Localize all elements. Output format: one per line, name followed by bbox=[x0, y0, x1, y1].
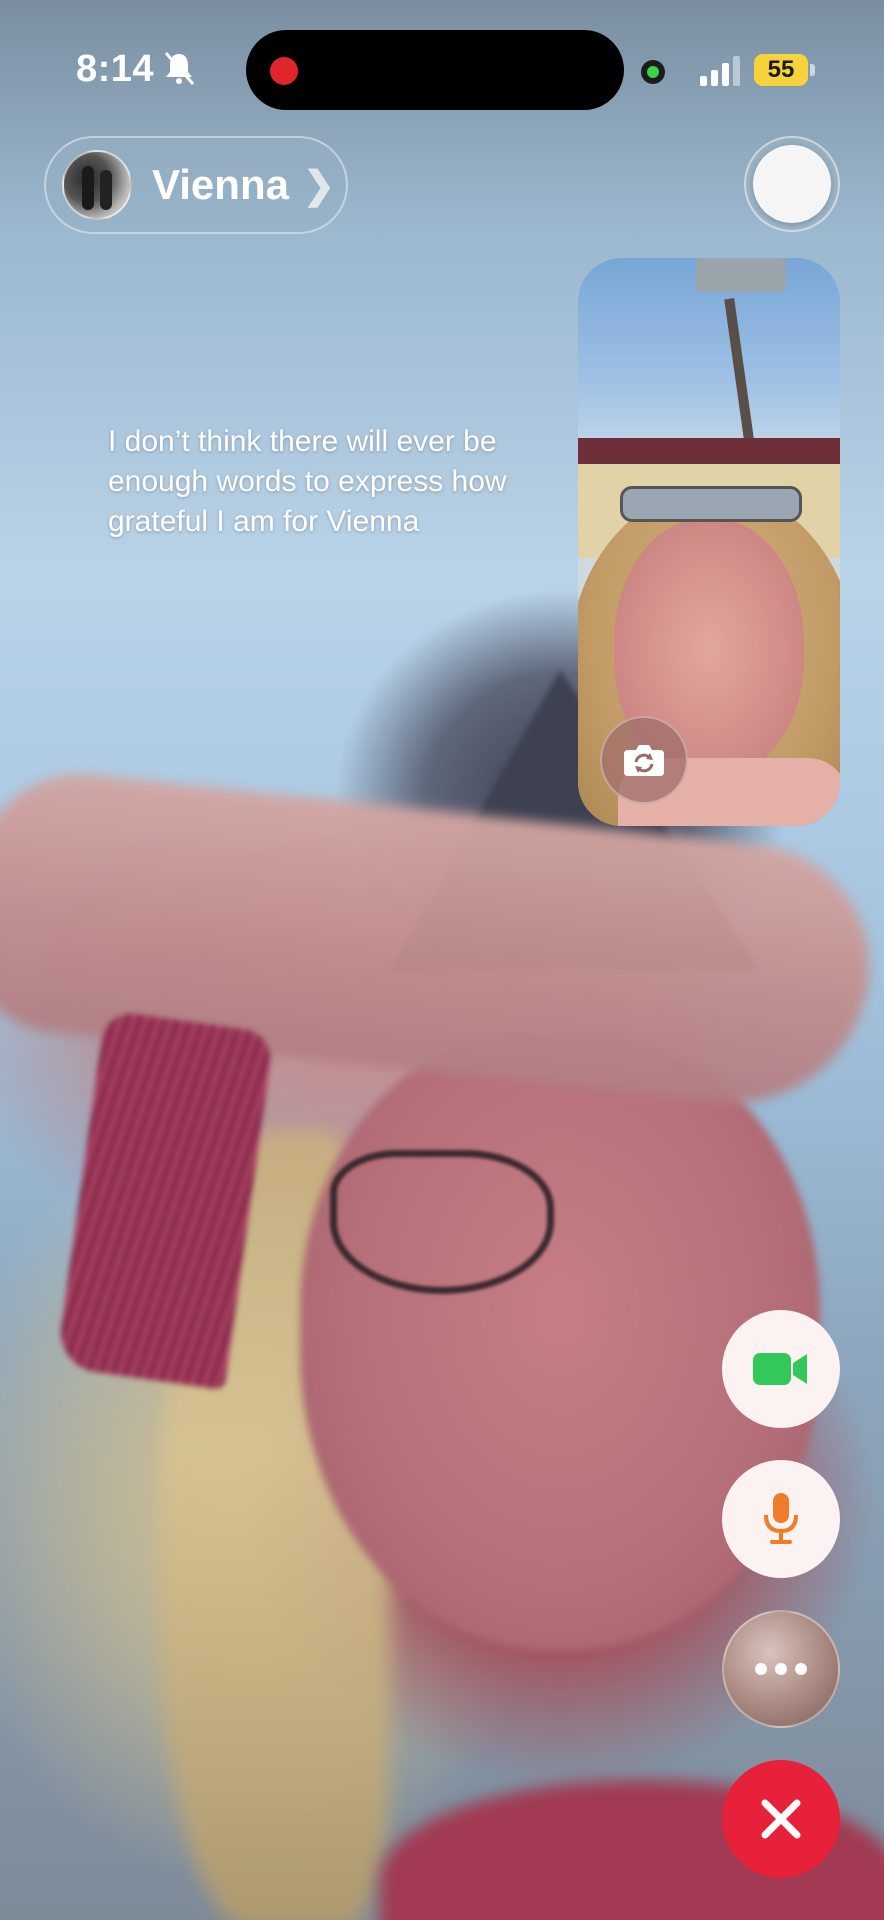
camera-rotate-icon bbox=[624, 745, 664, 776]
self-view-roof bbox=[578, 438, 840, 464]
video-camera-icon bbox=[753, 1353, 807, 1385]
effects-button[interactable] bbox=[744, 136, 840, 232]
status-bar: 8:14 55 bbox=[0, 0, 884, 140]
caption-text: I don’t think there will ever be enough … bbox=[108, 425, 507, 538]
battery-nub bbox=[810, 64, 815, 76]
close-icon bbox=[761, 1799, 801, 1839]
avatar bbox=[62, 150, 132, 220]
end-call-button[interactable] bbox=[722, 1760, 840, 1878]
microphone-icon bbox=[764, 1493, 798, 1544]
battery-indicator: 55 bbox=[754, 54, 808, 86]
flip-camera-button[interactable] bbox=[600, 716, 688, 804]
cellular-signal-icon bbox=[700, 56, 740, 86]
recording-indicator-icon bbox=[270, 57, 298, 85]
facetime-call-screen: 8:14 55 Vienna ❯ I don’t think there wil… bbox=[0, 0, 884, 1920]
ellipsis-icon bbox=[755, 1663, 807, 1675]
status-time: 8:14 bbox=[76, 48, 155, 90]
camera-in-use-indicator-icon bbox=[641, 60, 665, 84]
self-view-stadium-light bbox=[696, 258, 786, 292]
more-options-button[interactable] bbox=[722, 1610, 840, 1728]
chevron-right-icon: ❯ bbox=[302, 164, 335, 207]
dynamic-island bbox=[246, 30, 624, 110]
self-view-sunglasses bbox=[620, 486, 802, 522]
remote-video-glasses bbox=[330, 1150, 554, 1294]
contact-pill[interactable]: Vienna ❯ bbox=[44, 136, 348, 234]
silent-bell-icon bbox=[164, 52, 195, 85]
contact-name: Vienna bbox=[152, 161, 289, 208]
mute-button[interactable] bbox=[722, 1460, 840, 1578]
video-toggle-button[interactable] bbox=[722, 1310, 840, 1428]
